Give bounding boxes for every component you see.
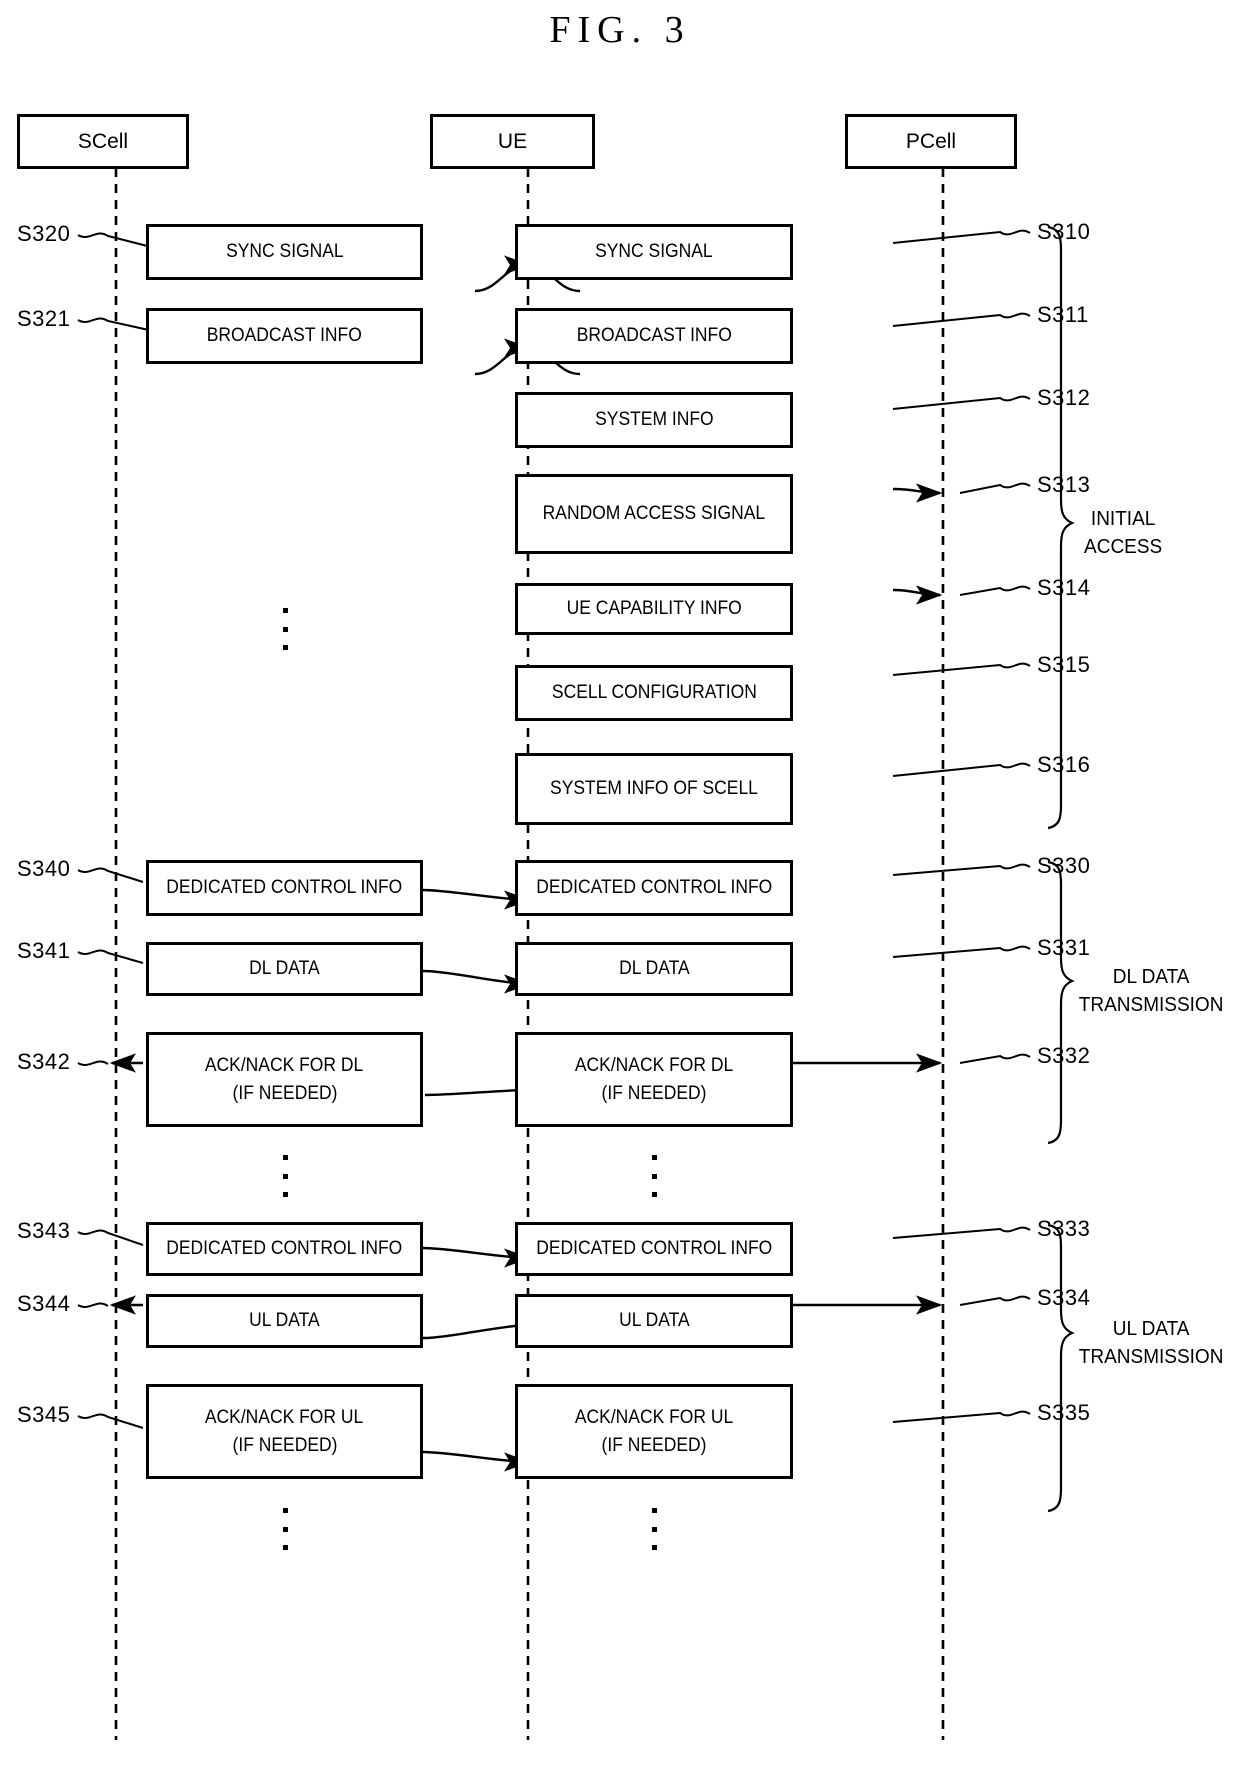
- message-box-scell-dedicated-control-ul: DEDICATED CONTROL INFO: [146, 1222, 423, 1276]
- ellipsis-pcell-bottom: [650, 1508, 658, 1550]
- message-box-pcell-scell-configuration: SCELL CONFIGURATION: [515, 665, 793, 721]
- message-text: ACK/NACK FOR UL: [574, 1406, 734, 1428]
- message-text: BROADCAST INFO: [576, 325, 732, 347]
- step-label-s320: S320: [17, 221, 71, 246]
- entity-box-scell: SCell: [17, 114, 189, 169]
- group-label-ul-transmission: UL DATA TRANSMISSION: [1079, 1315, 1224, 1371]
- group-label-line2: ACCESS: [1084, 536, 1163, 558]
- ellipsis-pcell-after-dl: [650, 1155, 658, 1197]
- bracket-ul-transmission: [1047, 1223, 1075, 1513]
- ellipsis-scell-bottom: [281, 1508, 289, 1550]
- message-text: DL DATA: [249, 958, 320, 980]
- message-box-pcell-system-info-of-scell: SYSTEM INFO OF SCELL: [515, 753, 793, 825]
- message-text: DEDICATED CONTROL INFO: [535, 1238, 772, 1260]
- message-text: ACK/NACK FOR UL: [205, 1406, 364, 1428]
- message-subtext: (IF NEEDED): [601, 1434, 707, 1456]
- step-label-s312: S312: [1037, 385, 1091, 410]
- message-box-scell-ul-data: UL DATA: [146, 1294, 423, 1348]
- ellipsis-scell-after-dl: [281, 1155, 289, 1197]
- message-box-pcell-sync: SYNC SIGNAL: [515, 224, 793, 280]
- entity-box-pcell: PCell: [845, 114, 1017, 169]
- step-label-s310: S310: [1037, 219, 1091, 244]
- step-label-s314: S314: [1037, 575, 1091, 600]
- message-subtext: (IF NEEDED): [232, 1082, 337, 1104]
- message-box-pcell-acknack-ul: ACK/NACK FOR UL (IF NEEDED): [515, 1384, 793, 1479]
- message-box-pcell-dedicated-control-ul: DEDICATED CONTROL INFO: [515, 1222, 793, 1276]
- message-box-scell-dl-data: DL DATA: [146, 942, 423, 996]
- message-box-scell-acknack-dl: ACK/NACK FOR DL (IF NEEDED): [146, 1032, 423, 1127]
- step-label-s343: S343: [17, 1218, 71, 1243]
- patent-figure-page: FIG. 3 SCell UE PCell SYNC SIGNAL BROADC…: [0, 0, 1240, 1767]
- message-text: SYNC SIGNAL: [225, 241, 344, 263]
- message-box-pcell-ul-data: UL DATA: [515, 1294, 793, 1348]
- step-label-s311: S311: [1037, 302, 1089, 327]
- message-text: RANDOM ACCESS SIGNAL: [542, 503, 766, 525]
- step-label-s334: S334: [1037, 1285, 1091, 1310]
- message-box-scell-acknack-ul: ACK/NACK FOR UL (IF NEEDED): [146, 1384, 423, 1479]
- step-label-s331: S331: [1037, 935, 1091, 960]
- message-text: UL DATA: [618, 1310, 690, 1332]
- entity-box-ue: UE: [430, 114, 595, 169]
- group-label-line1: DL DATA: [1112, 966, 1190, 988]
- step-label-s333: S333: [1037, 1216, 1091, 1241]
- message-box-pcell-acknack-dl: ACK/NACK FOR DL (IF NEEDED): [515, 1032, 793, 1127]
- group-label-initial-access: INITIAL ACCESS: [1084, 505, 1162, 561]
- message-text: SYSTEM INFO: [594, 409, 714, 431]
- message-text: ACK/NACK FOR DL: [574, 1054, 734, 1076]
- message-box-scell-sync: SYNC SIGNAL: [146, 224, 423, 280]
- message-box-scell-broadcast: BROADCAST INFO: [146, 308, 423, 364]
- step-label-s321: S321: [17, 306, 71, 331]
- message-text: BROADCAST INFO: [206, 325, 363, 347]
- step-label-s340: S340: [17, 856, 71, 881]
- step-label-s335: S335: [1037, 1400, 1091, 1425]
- message-box-pcell-dl-data: DL DATA: [515, 942, 793, 996]
- message-text: DEDICATED CONTROL INFO: [535, 877, 772, 899]
- message-box-pcell-system-info: SYSTEM INFO: [515, 392, 793, 448]
- step-label-s344: S344: [17, 1291, 71, 1316]
- message-box-scell-dedicated-control-dl: DEDICATED CONTROL INFO: [146, 860, 423, 916]
- message-text: SYSTEM INFO OF SCELL: [550, 778, 758, 800]
- message-subtext: (IF NEEDED): [232, 1434, 337, 1456]
- message-box-pcell-ue-capability: UE CAPABILITY INFO: [515, 583, 793, 635]
- group-label-line2: TRANSMISSION: [1078, 1346, 1224, 1368]
- entity-label-pcell: PCell: [905, 129, 957, 153]
- message-box-pcell-random-access: RANDOM ACCESS SIGNAL: [515, 474, 793, 554]
- message-text: DL DATA: [618, 958, 690, 980]
- message-text: DEDICATED CONTROL INFO: [166, 1238, 403, 1260]
- message-subtext: (IF NEEDED): [601, 1082, 707, 1104]
- group-label-line2: TRANSMISSION: [1078, 994, 1224, 1016]
- group-label-line1: INITIAL: [1090, 508, 1156, 530]
- step-label-s313: S313: [1037, 472, 1091, 497]
- message-text: DEDICATED CONTROL INFO: [166, 877, 403, 899]
- ellipsis-scell-initial: [281, 608, 289, 650]
- bracket-dl-transmission: [1047, 860, 1075, 1145]
- step-label-s345: S345: [17, 1402, 71, 1427]
- step-label-s330: S330: [1037, 853, 1091, 878]
- step-label-s341: S341: [17, 938, 71, 963]
- message-text: SCELL CONFIGURATION: [551, 682, 757, 704]
- message-box-pcell-dedicated-control-dl: DEDICATED CONTROL INFO: [515, 860, 793, 916]
- entity-label-ue: UE: [497, 129, 528, 153]
- entity-label-scell: SCell: [77, 129, 129, 153]
- message-text: UL DATA: [249, 1310, 320, 1332]
- message-box-pcell-broadcast: BROADCAST INFO: [515, 308, 793, 364]
- step-label-s342: S342: [17, 1049, 71, 1074]
- group-label-line1: UL DATA: [1112, 1318, 1190, 1340]
- step-label-s315: S315: [1037, 652, 1091, 677]
- message-text: UE CAPABILITY INFO: [566, 598, 742, 620]
- step-label-s316: S316: [1037, 752, 1091, 777]
- message-text: SYNC SIGNAL: [595, 241, 713, 263]
- group-label-dl-transmission: DL DATA TRANSMISSION: [1079, 963, 1224, 1019]
- step-label-s332: S332: [1037, 1043, 1091, 1068]
- message-text: ACK/NACK FOR DL: [205, 1054, 364, 1076]
